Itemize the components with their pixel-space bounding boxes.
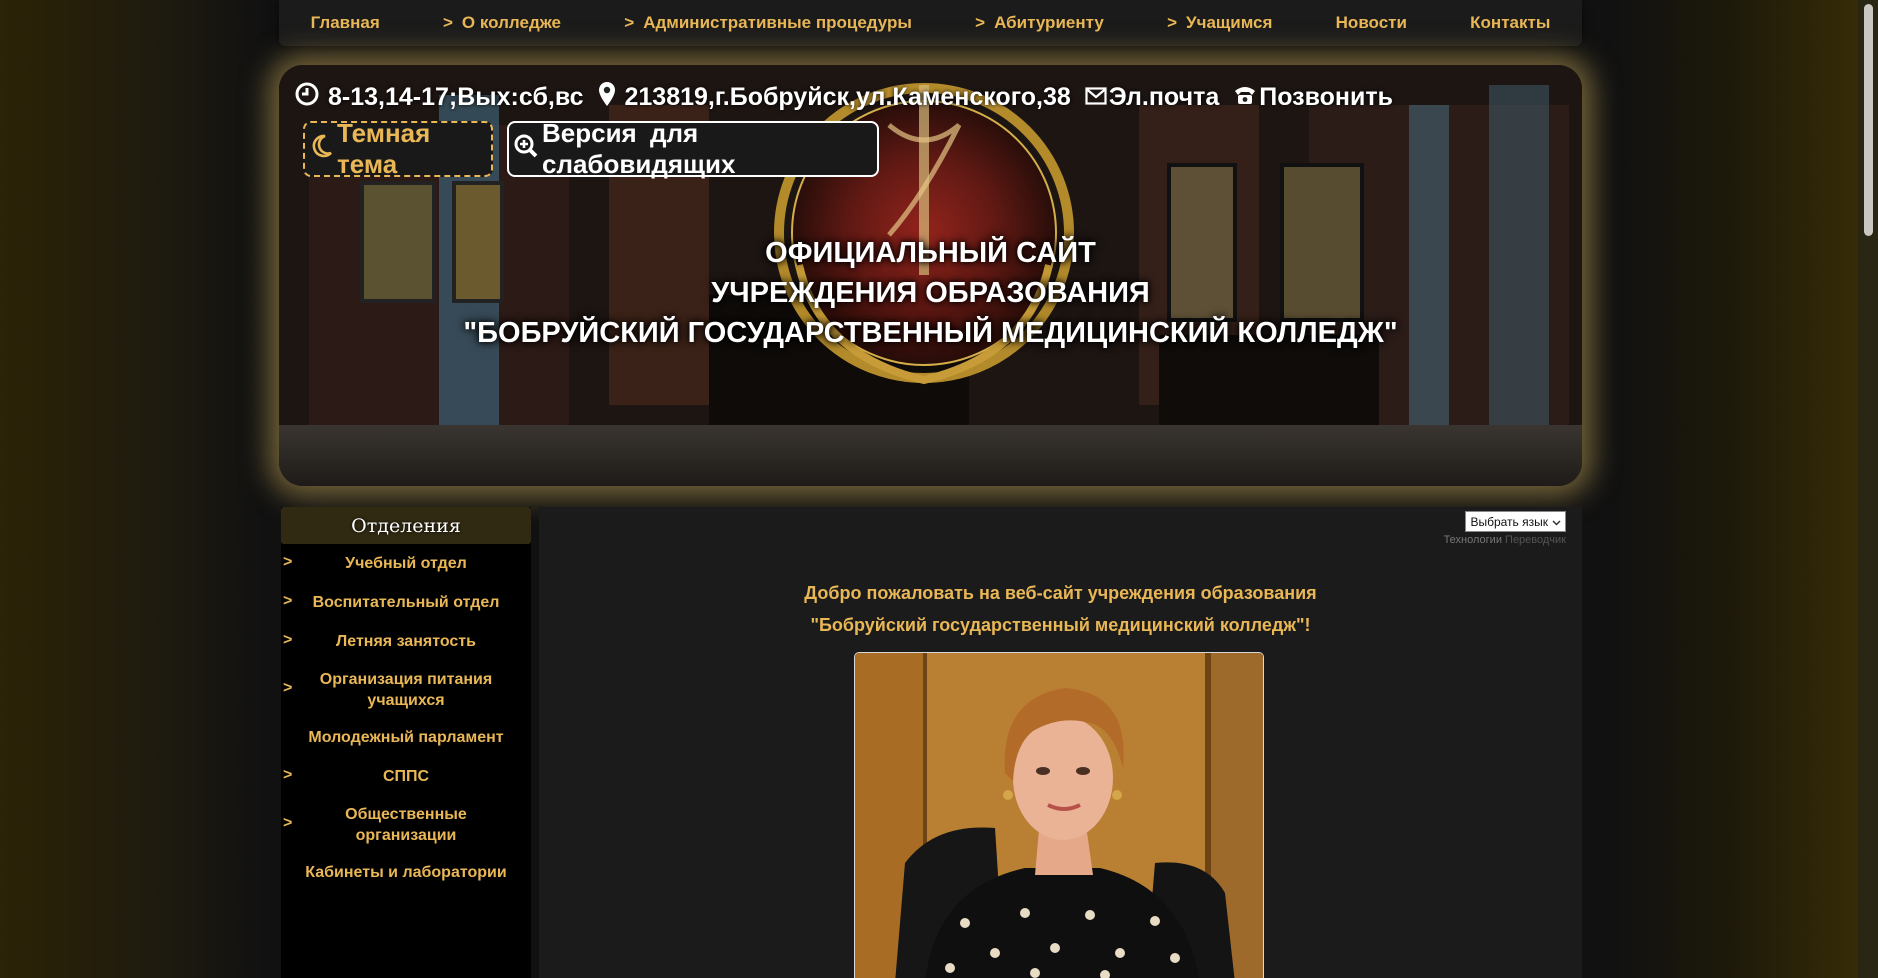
working-hours: 8-13,14-17;Вых:сб,вс xyxy=(295,82,584,113)
site-title-line: УЧРЕЖДЕНИЯ ОБРАЗОВАНИЯ xyxy=(711,277,1150,309)
sidebar-item[interactable]: > Общественные организации xyxy=(281,796,531,853)
translator-credit: Технологии Переводчик xyxy=(1444,534,1566,546)
sidebar-item-label: Кабинеты и лаборатории xyxy=(305,864,507,881)
dark-theme-button[interactable]: Темная тема xyxy=(303,118,493,179)
clock-icon xyxy=(295,82,319,113)
email-link[interactable]: Эл.почта xyxy=(1085,83,1219,112)
nav-item-label: Учащимся xyxy=(1186,13,1273,32)
sidebar-arrow: > xyxy=(283,678,293,696)
sidebar-item[interactable]: Кабинеты и лаборатории xyxy=(281,853,531,892)
nav-item[interactable]: > О колледже xyxy=(443,13,561,33)
sidebar-arrow: > xyxy=(283,591,293,609)
nav-item-label: Новости xyxy=(1335,13,1407,32)
nav-item[interactable]: Новости xyxy=(1336,13,1407,33)
nav-item-label: Контакты xyxy=(1470,13,1551,32)
main-content: Выбрать язык Технологии Переводчик Добро… xyxy=(539,507,1582,978)
sidebar-item-label: Воспитательный отдел xyxy=(312,594,500,611)
email-label: Эл.почта xyxy=(1108,83,1220,111)
call-link[interactable]: Позвонить xyxy=(1233,83,1393,112)
welcome-message: Добро пожаловать на веб-сайт учреждения … xyxy=(539,577,1582,641)
nav-item[interactable]: > Административные процедуры xyxy=(624,13,912,33)
nav-item-label: Главная xyxy=(310,13,380,32)
sidebar-item-label: Молодежный парламент xyxy=(308,729,504,746)
language-select-label: Выбрать язык xyxy=(1470,514,1548,529)
sidebar-item-label: Общественные организации xyxy=(345,805,467,844)
sidebar-item[interactable]: > Организация питания учащихся xyxy=(281,661,531,718)
address-text: 213819,г.Бобруйск,ул.Каменского,38 xyxy=(624,83,1071,111)
sidebar-item-label: СППС xyxy=(382,768,430,785)
nav-arrow: > xyxy=(624,13,635,32)
nav-item-label: Административные процедуры xyxy=(643,13,912,32)
sidebar-item[interactable]: > Воспитательный отдел xyxy=(281,583,531,622)
header-banner: 8-13,14-17;Вых:сб,вс 213819,г.Бобруйск,у… xyxy=(279,65,1582,486)
sidebar-menu: > Учебный отдел > Воспитательный отдел > Летн… xyxy=(281,544,531,892)
director-photo xyxy=(854,652,1264,978)
site-title-line: ОФИЦИАЛЬНЫЙ САЙТ xyxy=(765,237,1096,269)
translator-link[interactable]: Переводчик xyxy=(1505,534,1566,546)
low-vision-button[interactable]: Версия для слабовидящих xyxy=(507,118,879,179)
sidebar-item-label: Летняя занятость xyxy=(336,633,476,650)
sidebar-arrow: > xyxy=(283,552,293,570)
sidebar-item[interactable]: Молодежный парламент xyxy=(281,718,531,757)
sidebar-item[interactable]: > Летняя занятость xyxy=(281,622,531,661)
sidebar-item-label: Организация питания учащихся xyxy=(319,670,493,709)
site-title-line: "БОБРУЙСКИЙ ГОСУДАРСТВЕННЫЙ МЕДИЦИНСКИЙ … xyxy=(463,317,1398,349)
nav-item-label: О колледже xyxy=(461,13,562,32)
departments-sidebar: Отделения > Учебный отдел > Воспитательный … xyxy=(281,507,531,978)
scrollbar-thumb[interactable] xyxy=(1864,4,1873,236)
chevron-down-icon xyxy=(1552,515,1561,529)
hours-text: 8-13,14-17;Вых:сб,вс xyxy=(328,83,584,111)
nav-arrow: > xyxy=(1167,13,1177,32)
nav-arrow: > xyxy=(442,13,453,32)
sidebar-arrow: > xyxy=(283,765,293,783)
sidebar-arrow: > xyxy=(283,813,293,831)
sidebar-heading: Отделения xyxy=(281,507,531,544)
welcome-line-1: Добро пожаловать на веб-сайт учреждения … xyxy=(804,583,1317,603)
translator-credit-prefix: Технологии xyxy=(1443,534,1502,546)
welcome-line-2: "Бобруйский государственный медицинский … xyxy=(810,615,1311,635)
dark-theme-label: Темная тема xyxy=(337,118,431,179)
sidebar-item-label: Учебный отдел xyxy=(345,555,467,572)
nav-item[interactable]: Главная xyxy=(311,13,380,33)
nav-item-label: Абитуриенту xyxy=(994,13,1104,32)
nav-item[interactable]: > Абитуриенту xyxy=(975,13,1104,33)
language-select[interactable]: Выбрать язык xyxy=(1465,511,1566,532)
call-label: Позвонить xyxy=(1259,83,1393,111)
phone-icon xyxy=(1233,83,1257,112)
sidebar-item[interactable]: > Учебный отдел xyxy=(281,544,531,583)
moon-icon xyxy=(311,134,333,165)
sidebar-arrow: > xyxy=(283,630,293,648)
nav-item[interactable]: > Учащимся xyxy=(1167,13,1272,33)
site-title: ОФИЦИАЛЬНЫЙ САЙТ УЧРЕЖДЕНИЯ ОБРАЗОВАНИЯ … xyxy=(279,233,1582,353)
sidebar-item[interactable]: > СППС xyxy=(281,757,531,796)
top-navigation: Главная > О колледже > Административные проц… xyxy=(279,0,1582,46)
map-pin-icon xyxy=(598,81,616,114)
contact-info-bar: 8-13,14-17;Вых:сб,вс 213819,г.Бобруйск,у… xyxy=(295,81,1407,114)
address: 213819,г.Бобруйск,ул.Каменского,38 xyxy=(598,81,1071,114)
zoom-icon xyxy=(514,134,538,165)
low-vision-label: Версия для слабовидящих xyxy=(542,118,736,179)
mail-icon xyxy=(1085,83,1107,112)
nav-item[interactable]: Контакты xyxy=(1470,13,1550,33)
nav-arrow: > xyxy=(975,13,986,32)
